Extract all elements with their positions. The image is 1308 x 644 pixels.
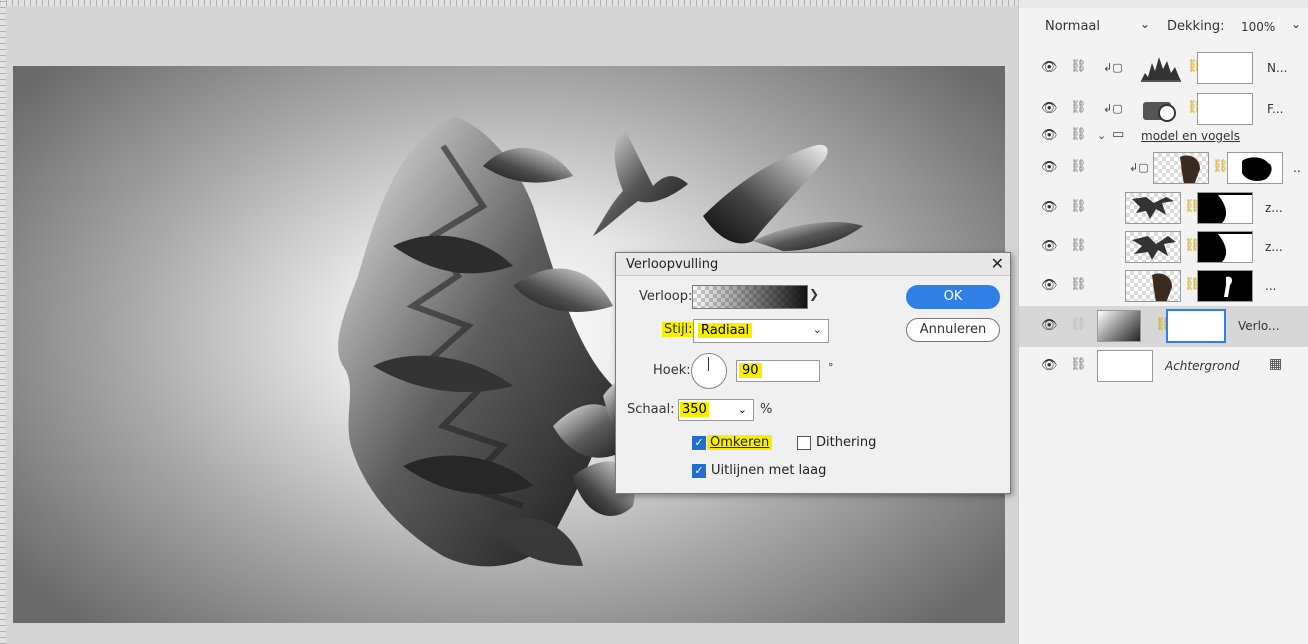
chain-icon[interactable]: ⛓ — [1070, 317, 1087, 332]
gradient-picker-swatch[interactable] — [692, 285, 808, 309]
chain-icon[interactable]: ⛓ — [1070, 127, 1087, 142]
lock-icon[interactable]: ▦ — [1269, 356, 1282, 372]
layer-row-portrait-clipped[interactable]: 👁 ⛓ ↲▢ ⛓ .. — [1019, 148, 1308, 189]
dialog-titlebar[interactable]: Verloopvulling ✕ — [616, 253, 1010, 276]
chain-icon[interactable]: ⛓ — [1070, 238, 1087, 253]
eye-icon[interactable]: 👁 — [1041, 358, 1058, 373]
gradient-fill-dialog: Verloopvulling ✕ Verloop: ❯ Stijl: Radia… — [615, 252, 1011, 494]
layer-mask-thumbnail[interactable] — [1197, 192, 1253, 224]
close-icon[interactable]: ✕ — [991, 254, 1004, 273]
layer-name[interactable]: Verlo... — [1238, 319, 1280, 333]
layer-name[interactable]: N... — [1267, 61, 1287, 75]
layer-row-portrait[interactable]: 👁 ⛓ ⛓ ... — [1019, 266, 1308, 307]
eye-icon[interactable]: 👁 — [1041, 239, 1058, 254]
opacity-input[interactable]: 100% — [1241, 20, 1275, 34]
gradient-thumbnail[interactable] — [1097, 310, 1141, 342]
ruler-left — [0, 0, 6, 644]
chain-icon[interactable]: ⛓ — [1070, 357, 1087, 372]
clip-arrow-icon: ↲▢ — [1103, 102, 1123, 115]
dithering-label: Dithering — [816, 435, 877, 450]
chain-icon[interactable]: ⛓ — [1070, 159, 1087, 174]
scale-unit: % — [760, 402, 773, 417]
portrait-thumbnail[interactable] — [1125, 270, 1181, 302]
chain-icon[interactable]: ⛓ — [1070, 199, 1087, 214]
layer-mask-thumbnail[interactable] — [1227, 152, 1283, 184]
layer-name[interactable]: model en vogels — [1141, 129, 1240, 143]
layer-name[interactable]: Achtergrond — [1165, 359, 1240, 373]
dialog-title: Verloopvulling — [626, 257, 719, 272]
birds-thumbnail[interactable] — [1125, 231, 1181, 263]
gradient-label: Verloop: — [639, 289, 693, 304]
eye-icon[interactable]: 👁 — [1041, 200, 1058, 215]
layer-name[interactable]: z... — [1265, 240, 1283, 254]
scale-input-value: 350 — [680, 402, 709, 417]
layer-mask-thumbnail[interactable] — [1197, 93, 1253, 125]
layer-name[interactable]: z... — [1265, 201, 1283, 215]
eye-icon[interactable]: 👁 — [1041, 101, 1058, 116]
chevron-down-icon[interactable]: ⌄ — [738, 403, 747, 416]
portrait-thumbnail[interactable] — [1153, 152, 1209, 184]
ok-button[interactable]: OK — [906, 285, 1000, 309]
layer-row-birds-2[interactable]: 👁 ⛓ ⛓ z... — [1019, 227, 1308, 268]
eye-icon[interactable]: 👁 — [1041, 278, 1058, 293]
layers-panel: Normaal ⌄ Dekking: 100% ⌄ 👁 ⛓ ↲▢ ⛓ N... … — [1018, 0, 1308, 644]
layer-row-levels[interactable]: 👁 ⛓ ↲▢ ⛓ N... — [1019, 48, 1308, 89]
birds-thumbnail[interactable] — [1125, 192, 1181, 224]
layer-mask-thumbnail[interactable] — [1197, 270, 1253, 302]
scale-label: Schaal: — [627, 402, 675, 417]
camera-filter-icon — [1143, 102, 1176, 122]
chevron-down-icon[interactable]: ⌄ — [1291, 17, 1301, 31]
cancel-button[interactable]: Annuleren — [906, 318, 1000, 342]
layer-name[interactable]: .. — [1293, 161, 1301, 175]
style-select-value: Radiaal — [698, 323, 753, 338]
panel-top-strip — [1019, 0, 1308, 8]
layer-name[interactable]: ... — [1265, 279, 1276, 293]
layer-mask-thumbnail[interactable] — [1197, 52, 1253, 84]
clip-arrow-icon: ↲▢ — [1129, 161, 1149, 174]
dithering-checkbox[interactable] — [797, 436, 811, 450]
blend-mode-select[interactable]: Normaal — [1045, 19, 1100, 34]
background-thumbnail[interactable] — [1097, 350, 1153, 382]
align-with-layer-checkbox[interactable]: ✓ — [692, 464, 706, 478]
layer-row-gradient-fill[interactable]: 👁 ⛓ ⛓ Verlo... — [1019, 306, 1308, 347]
layer-name[interactable]: F... — [1267, 102, 1283, 116]
layer-row-background[interactable]: 👁 ⛓ Achtergrond ▦ — [1019, 346, 1308, 387]
ruler-top — [0, 0, 1018, 6]
layer-row-birds-1[interactable]: 👁 ⛓ ⛓ z... — [1019, 188, 1308, 229]
chain-icon[interactable]: ⛓ — [1070, 59, 1087, 74]
histogram-levels-icon — [1141, 57, 1181, 82]
style-select[interactable]: Radiaal ⌄ — [693, 319, 829, 343]
eye-icon[interactable]: 👁 — [1041, 60, 1058, 75]
angle-dial[interactable] — [691, 353, 727, 389]
chevron-down-icon: ⌄ — [812, 323, 822, 336]
eye-icon[interactable]: 👁 — [1041, 160, 1058, 175]
scale-combobox[interactable]: 350 ⌄ — [678, 399, 754, 421]
layer-row-group[interactable]: 👁 ⛓ ⌄ ▭ model en vogels — [1019, 124, 1308, 148]
angle-input-value: 90 — [739, 363, 762, 378]
layer-mask-thumbnail[interactable] — [1197, 231, 1253, 263]
chevron-down-icon[interactable]: ⌄ — [1097, 129, 1106, 142]
align-with-layer-label: Uitlijnen met laag — [711, 463, 827, 478]
chain-icon[interactable]: ⛓ — [1070, 100, 1087, 115]
layer-mask-thumbnail[interactable] — [1166, 309, 1226, 343]
reverse-label-text: Omkeren — [710, 435, 770, 450]
chevron-down-icon[interactable]: ❯ — [809, 287, 819, 301]
clip-arrow-icon: ↲▢ — [1103, 61, 1123, 74]
style-label: Stijl: — [662, 322, 695, 337]
angle-needle — [708, 357, 709, 371]
angle-input[interactable]: 90 — [736, 360, 820, 382]
reverse-checkbox[interactable]: ✓ — [692, 436, 706, 450]
angle-unit: ° — [828, 361, 834, 374]
angle-label: Hoek: — [653, 363, 691, 378]
opacity-label: Dekking: — [1167, 19, 1225, 34]
chain-icon[interactable]: ⛓ — [1070, 277, 1087, 292]
chevron-down-icon[interactable]: ⌄ — [1140, 17, 1150, 31]
eye-icon[interactable]: 👁 — [1041, 318, 1058, 333]
folder-group-icon: ▭ — [1112, 127, 1125, 142]
eye-icon[interactable]: 👁 — [1041, 128, 1058, 143]
reverse-label: Omkeren — [707, 435, 773, 450]
